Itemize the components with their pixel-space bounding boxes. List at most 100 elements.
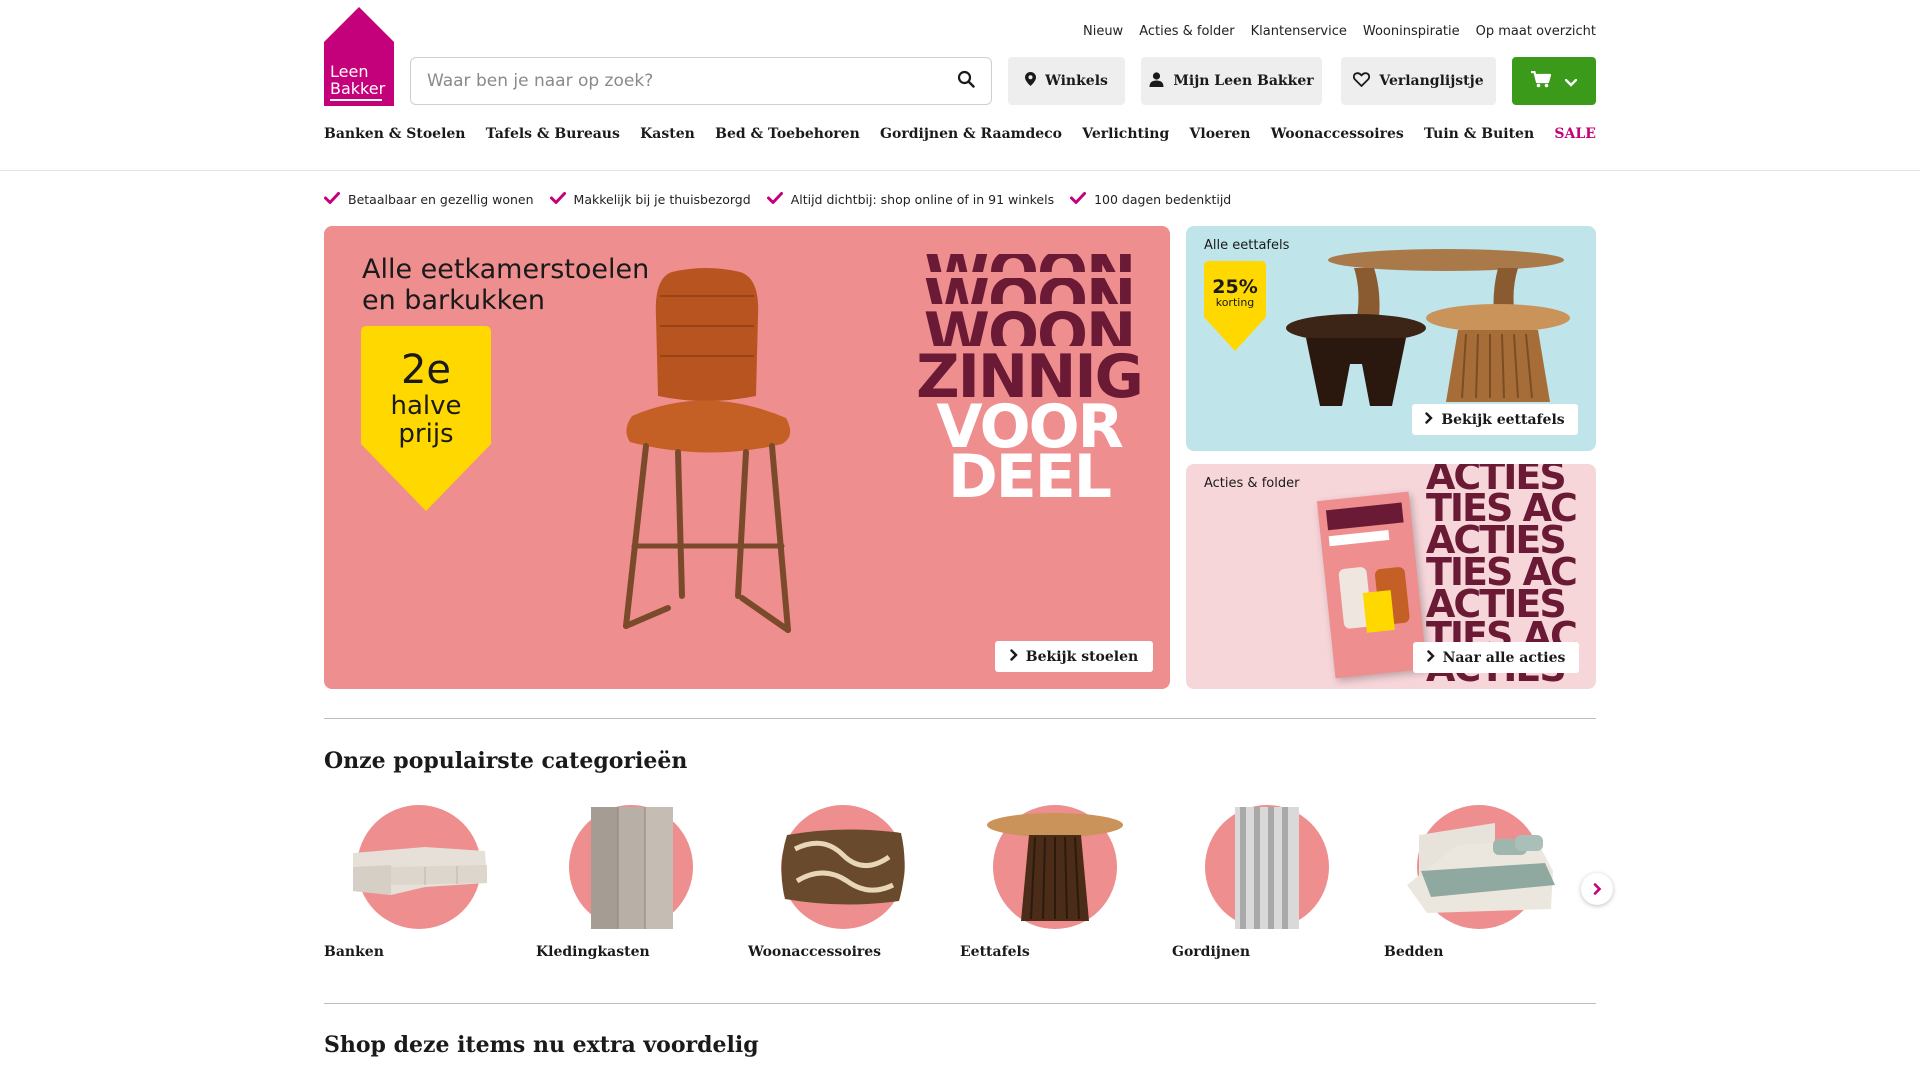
search-bar (410, 57, 992, 105)
nav-sale[interactable]: SALE (1554, 126, 1596, 142)
chevron-right-icon (1593, 880, 1602, 899)
category-carousel: Banken Kledingkasten Woonaccessoires Eet… (324, 805, 1596, 960)
cart-icon (1531, 70, 1552, 92)
nav-woonaccessoires[interactable]: Woonaccessoires (1271, 126, 1404, 142)
category-label: Eettafels (960, 944, 1030, 960)
hero-banner-chairs[interactable]: Alle eetkamerstoelen en barkukken 2e hal… (324, 226, 1170, 689)
logo-text-leen: Leen (330, 62, 369, 81)
nav-verlichting[interactable]: Verlichting (1082, 126, 1169, 142)
button-label: Bekijk stoelen (1025, 648, 1139, 665)
discount-badge: 25% korting (1204, 261, 1266, 351)
folder-cover-image (1316, 491, 1428, 679)
wishlist-label: Verlanglijstje (1379, 73, 1484, 89)
usp-text: Makkelijk bij je thuisbezorgd (573, 192, 751, 207)
account-button[interactable]: Mijn Leen Bakker (1141, 57, 1322, 105)
usp-text: Altijd dichtbij: shop online of in 91 wi… (790, 192, 1055, 207)
category-image (781, 805, 905, 929)
search-input[interactable] (427, 71, 957, 91)
stores-label: Winkels (1045, 73, 1108, 89)
header-divider (0, 170, 1920, 171)
category-image (987, 805, 1123, 929)
category-image (353, 805, 487, 929)
usp-item: 100 dagen bedenktijd (1070, 192, 1231, 207)
nav-banken-stoelen[interactable]: Banken & Stoelen (324, 126, 465, 142)
badge-line: 2e (400, 347, 452, 393)
slogan-line: WOON (909, 254, 1149, 272)
checkmark-icon (549, 192, 566, 207)
checkmark-icon (766, 192, 783, 207)
top-navigation: Nieuw Acties & folder Klantenservice Woo… (1083, 24, 1596, 39)
search-icon[interactable] (957, 70, 975, 92)
category-item-eettafels[interactable]: Eettafels (960, 805, 1172, 960)
category-image (1407, 805, 1555, 929)
usp-bar: Betaalbaar en gezellig wonen Makkelijk b… (324, 192, 1231, 207)
category-label: Banken (324, 944, 384, 960)
account-label: Mijn Leen Bakker (1173, 73, 1314, 89)
chevron-down-icon (1564, 72, 1578, 91)
slogan-line: WOON (909, 278, 1149, 304)
carousel-next-button[interactable] (1581, 873, 1613, 905)
main-navigation: Banken & Stoelen Tafels & Bureaus Kasten… (324, 126, 1596, 142)
category-label: Kledingkasten (536, 944, 650, 960)
topnav-wooninspiratie[interactable]: Wooninspiratie (1363, 24, 1460, 39)
category-item-bedden[interactable]: Bedden (1384, 805, 1596, 960)
naar-alle-acties-button[interactable]: Naar alle acties (1413, 642, 1579, 673)
wishlist-button[interactable]: Verlanglijstje (1341, 57, 1496, 105)
leen-bakker-logo[interactable]: Leen Bakker (324, 7, 394, 106)
chevron-right-icon (1425, 411, 1434, 428)
topnav-klantenservice[interactable]: Klantenservice (1251, 24, 1347, 39)
usp-item: Makkelijk bij je thuisbezorgd (549, 192, 751, 207)
category-image (569, 805, 693, 929)
bekijk-stoelen-button[interactable]: Bekijk stoelen (995, 641, 1153, 672)
nav-gordijnen-raamdeco[interactable]: Gordijnen & Raamdeco (880, 126, 1062, 142)
button-label: Naar alle acties (1442, 649, 1566, 666)
stores-button[interactable]: Winkels (1008, 57, 1125, 105)
location-pin-icon (1025, 72, 1037, 90)
category-label: Woonaccessoires (748, 944, 882, 960)
bekijk-eettafels-button[interactable]: Bekijk eettafels (1412, 404, 1578, 435)
category-label: Gordijnen (1172, 944, 1251, 960)
section-divider (324, 718, 1596, 719)
category-item-gordijnen[interactable]: Gordijnen (1172, 805, 1384, 960)
chevron-right-icon (1010, 648, 1018, 665)
nav-vloeren[interactable]: Vloeren (1190, 126, 1251, 142)
nav-tuin-buiten[interactable]: Tuin & Buiten (1424, 126, 1534, 142)
nav-bed-toebehoren[interactable]: Bed & Toebehoren (715, 126, 860, 142)
category-item-woonaccessoires[interactable]: Woonaccessoires (748, 805, 960, 960)
usp-text: Betaalbaar en gezellig wonen (348, 192, 534, 207)
banner-eettafels[interactable]: Alle eettafels 25% korting Bekijk eettaf… (1186, 226, 1596, 451)
user-icon (1149, 71, 1164, 91)
banner-label: Acties & folder (1204, 476, 1300, 491)
section-divider (324, 1003, 1596, 1004)
usp-item: Betaalbaar en gezellig wonen (324, 192, 534, 207)
checkmark-icon (324, 192, 340, 207)
topnav-nieuw[interactable]: Nieuw (1083, 24, 1123, 39)
badge-text: korting (1215, 296, 1255, 309)
half-price-badge: 2e halve prijs (361, 326, 491, 511)
banner-acties-folder[interactable]: Acties & folder ACTIES TIES AC ACTIES TI… (1186, 464, 1596, 689)
topnav-op-maat[interactable]: Op maat overzicht (1476, 24, 1596, 39)
woonzinnig-slogan: WOON WOON WOON ZINNIG VOOR DEEL (909, 254, 1149, 507)
heart-icon (1353, 71, 1371, 91)
category-item-banken[interactable]: Banken (324, 805, 536, 960)
checkmark-icon (1070, 192, 1087, 207)
nav-tafels-bureaus[interactable]: Tafels & Bureaus (486, 126, 620, 142)
promo-heading: Shop deze items nu extra voordelig (324, 1032, 759, 1058)
topnav-acties-folder[interactable]: Acties & folder (1139, 24, 1234, 39)
usp-text: 100 dagen bedenktijd (1094, 192, 1232, 207)
slogan-line: WOON (923, 310, 1136, 346)
badge-percent: 25% (1212, 276, 1258, 298)
bar-stool-image (586, 266, 826, 666)
categories-heading: Onze populairste categorieën (324, 748, 688, 774)
badge-line: prijs (398, 419, 454, 449)
category-image (1205, 805, 1329, 929)
chevron-right-icon (1426, 649, 1435, 666)
badge-line: halve (390, 391, 462, 421)
nav-kasten[interactable]: Kasten (640, 126, 695, 142)
logo-text-bakker: Bakker (330, 79, 386, 98)
button-label: Bekijk eettafels (1441, 411, 1565, 428)
usp-item: Altijd dichtbij: shop online of in 91 wi… (766, 192, 1055, 207)
cart-button[interactable] (1512, 57, 1596, 105)
category-item-kledingkasten[interactable]: Kledingkasten (536, 805, 748, 960)
category-label: Bedden (1384, 944, 1444, 960)
